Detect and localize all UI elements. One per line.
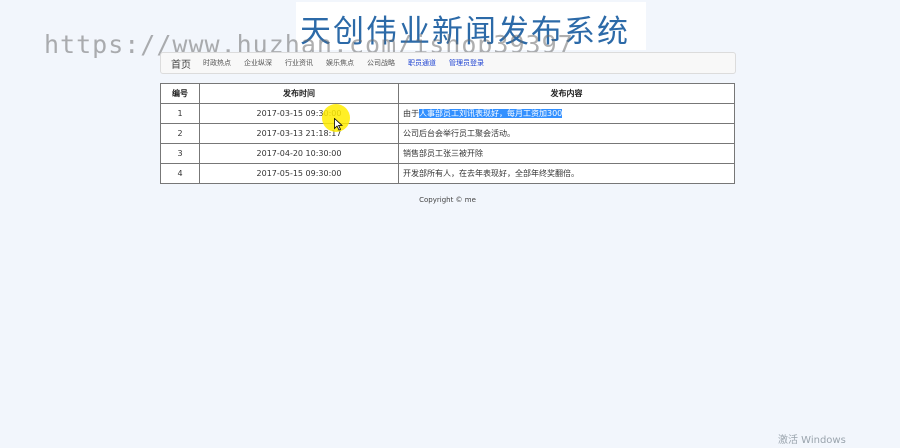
nav-item-industry[interactable]: 行业资讯 — [285, 58, 313, 68]
table-row: 4 2017-05-15 09:30:00 开发部所有人，在去年表现好，全部年终… — [160, 163, 735, 184]
nav-item-enterprise[interactable]: 企业纵深 — [244, 58, 272, 68]
selected-text[interactable]: 人事部员工刘讯表现好，每月工资加300 — [419, 109, 563, 118]
news-table: 编号 发布时间 发布内容 1 2017-03-15 09:30:00 由于人事部… — [160, 83, 735, 184]
cell-content: 由于人事部员工刘讯表现好，每月工资加300 — [398, 103, 735, 124]
nav-item-staff-channel[interactable]: 职员通道 — [408, 58, 436, 68]
footer-copyright: Copyright © me — [419, 196, 476, 204]
cell-id: 3 — [160, 143, 200, 164]
cell-id: 4 — [160, 163, 200, 184]
table-row: 3 2017-04-20 10:30:00 销售部员工张三被开除 — [160, 143, 735, 164]
header-id: 编号 — [160, 83, 200, 104]
header-time: 发布时间 — [199, 83, 399, 104]
table-row: 2 2017-03-13 21:18:17 公司后台会举行员工聚会活动。 — [160, 123, 735, 144]
cell-content: 销售部员工张三被开除 — [398, 143, 735, 164]
cell-time: 2017-03-15 09:30:00 — [199, 103, 399, 124]
mouse-cursor-icon — [334, 118, 343, 131]
nav-item-politics[interactable]: 时政热点 — [203, 58, 231, 68]
table-row: 1 2017-03-15 09:30:00 由于人事部员工刘讯表现好，每月工资加… — [160, 103, 735, 124]
content-prefix: 由于 — [403, 109, 419, 118]
navbar: 首页 时政热点 企业纵深 行业资讯 娱乐焦点 公司战略 职员通道 管理员登录 — [160, 52, 736, 74]
cell-time: 2017-05-15 09:30:00 — [199, 163, 399, 184]
cell-content: 开发部所有人，在去年表现好，全部年终奖翻倍。 — [398, 163, 735, 184]
nav-item-strategy[interactable]: 公司战略 — [367, 58, 395, 68]
cell-time: 2017-04-20 10:30:00 — [199, 143, 399, 164]
cell-content: 公司后台会举行员工聚会活动。 — [398, 123, 735, 144]
windows-activation-notice: 激活 Windows — [778, 435, 846, 446]
cell-id: 2 — [160, 123, 200, 144]
nav-item-admin-login[interactable]: 管理员登录 — [449, 58, 484, 68]
cell-time: 2017-03-13 21:18:17 — [199, 123, 399, 144]
nav-item-entertainment[interactable]: 娱乐焦点 — [326, 58, 354, 68]
cell-id: 1 — [160, 103, 200, 124]
nav-home-link[interactable]: 首页 — [171, 56, 191, 71]
header-content: 发布内容 — [398, 83, 735, 104]
table-header-row: 编号 发布时间 发布内容 — [160, 83, 735, 104]
